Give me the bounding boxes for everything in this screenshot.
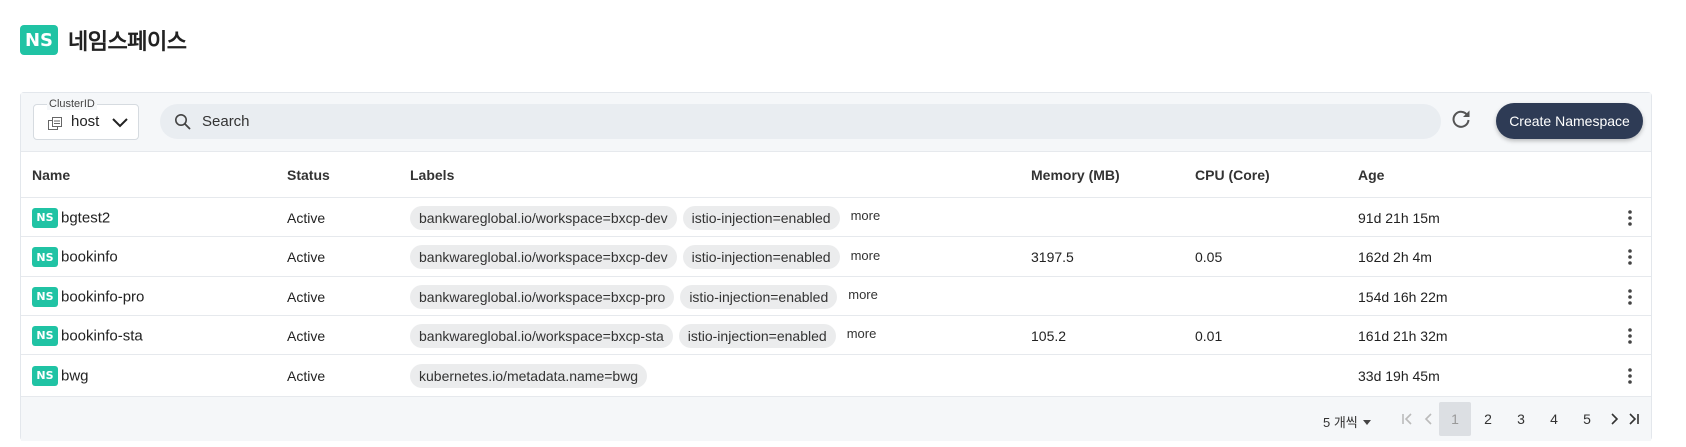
column-header-status[interactable]: Status <box>287 167 330 183</box>
last-page-icon <box>1629 413 1639 425</box>
label-chip: bankwareglobal.io/workspace=bxcp-pro <box>410 284 675 309</box>
page-header: NS 네임스페이스 <box>20 25 187 55</box>
cluster-label: ClusterID <box>47 98 97 110</box>
memory-value: 3197.5 <box>1031 249 1074 265</box>
label-chip: istio-injection=enabled <box>682 245 840 269</box>
row-menu-icon[interactable] <box>1627 367 1633 385</box>
age-value: 154d 16h 22m <box>1358 288 1448 305</box>
chevron-right-icon <box>1611 413 1619 425</box>
more-labels-link[interactable]: more <box>847 326 877 341</box>
cluster-icon <box>48 117 62 130</box>
labels-cell: bankwareglobal.io/workspace=bxcp-dev ist… <box>410 205 881 230</box>
labels-cell: bankwareglobal.io/workspace=bxcp-sta ist… <box>410 323 877 348</box>
column-header-name[interactable]: Name <box>32 167 70 183</box>
labels-cell: bankwareglobal.io/workspace=bxcp-dev ist… <box>410 245 880 269</box>
label-chip: bankwareglobal.io/workspace=bxcp-dev <box>410 205 677 230</box>
page-button-4[interactable]: 4 <box>1538 402 1570 436</box>
page-title: 네임스페이스 <box>68 30 187 55</box>
labels-cell: kubernetes.io/metadata.name=bwg <box>410 363 648 388</box>
page-button-3[interactable]: 3 <box>1505 402 1537 436</box>
page-size-select[interactable]: 5 개씩 <box>1323 412 1372 431</box>
namespace-logo: NS <box>20 25 58 55</box>
namespace-name[interactable]: bookinfo-sta <box>61 327 143 344</box>
chevron-down-icon <box>112 118 128 128</box>
caret-down-icon <box>1362 419 1371 425</box>
search-bar <box>160 104 1441 139</box>
search-icon <box>175 114 191 130</box>
search-input[interactable] <box>202 104 1422 139</box>
namespace-badge: NS <box>32 286 58 307</box>
label-chip: bankwareglobal.io/workspace=bxcp-dev <box>410 245 677 269</box>
column-header-age[interactable]: Age <box>1358 167 1384 183</box>
refresh-icon[interactable] <box>1450 108 1472 130</box>
table-row[interactable]: NS bookinfo-sta Active bankwareglobal.io… <box>21 316 1651 355</box>
column-header-labels: Labels <box>410 167 455 183</box>
more-labels-link[interactable]: more <box>848 287 878 302</box>
label-chip: istio-injection=enabled <box>678 323 836 348</box>
status-text: Active <box>287 209 326 226</box>
row-menu-icon[interactable] <box>1627 248 1633 266</box>
row-menu-icon[interactable] <box>1627 209 1633 227</box>
age-value: 33d 19h 45m <box>1358 367 1440 384</box>
page-size-label: 5 개씩 <box>1323 415 1358 430</box>
table-row[interactable]: NS bookinfo Active bankwareglobal.io/wor… <box>21 237 1651 277</box>
label-chip: istio-injection=enabled <box>680 284 838 309</box>
namespace-badge: NS <box>32 325 58 346</box>
chevron-left-icon <box>1424 413 1432 425</box>
status-text: Active <box>287 288 326 305</box>
more-labels-link[interactable]: more <box>851 248 881 263</box>
page-button-1[interactable]: 1 <box>1439 402 1471 436</box>
namespace-panel: ClusterID host Create Namespace <box>20 92 1652 441</box>
page-button-2[interactable]: 2 <box>1472 402 1504 436</box>
namespace-badge: NS <box>32 365 58 386</box>
label-chip: bankwareglobal.io/workspace=bxcp-sta <box>410 323 673 348</box>
more-labels-link[interactable]: more <box>851 208 881 223</box>
last-page-button[interactable] <box>1625 402 1643 436</box>
status-text: Active <box>287 327 326 344</box>
column-header-cpu[interactable]: CPU (Core) <box>1195 167 1270 183</box>
age-value: 91d 21h 15m <box>1358 209 1440 226</box>
create-namespace-button[interactable]: Create Namespace <box>1496 103 1643 139</box>
namespace-name[interactable]: bookinfo-pro <box>61 288 144 305</box>
table-row[interactable]: NS bookinfo-pro Active bankwareglobal.io… <box>21 277 1651 316</box>
namespace-badge: NS <box>32 207 58 228</box>
status-text: Active <box>287 367 326 384</box>
table-row[interactable]: NS bwg Active kubernetes.io/metadata.nam… <box>21 355 1651 396</box>
next-page-button[interactable] <box>1605 402 1623 436</box>
first-page-button[interactable] <box>1398 402 1416 436</box>
age-value: 161d 21h 32m <box>1358 327 1448 344</box>
cluster-select[interactable]: ClusterID host <box>33 98 139 140</box>
cluster-value: host <box>71 113 100 130</box>
prev-page-button[interactable] <box>1420 402 1438 436</box>
row-menu-icon[interactable] <box>1627 327 1633 345</box>
table-row[interactable]: NS bgtest2 Active bankwareglobal.io/work… <box>21 198 1651 237</box>
cpu-value: 0.01 <box>1195 327 1223 344</box>
column-header-memory[interactable]: Memory (MB) <box>1031 167 1120 183</box>
status-text: Active <box>287 249 326 265</box>
namespace-name[interactable]: bwg <box>61 367 89 384</box>
namespace-name[interactable]: bgtest2 <box>61 209 110 226</box>
age-value: 162d 2h 4m <box>1358 249 1432 265</box>
first-page-icon <box>1402 413 1412 425</box>
row-menu-icon[interactable] <box>1627 288 1633 306</box>
table-footer: 5 개씩 1 2 3 4 5 <box>21 396 1651 441</box>
namespace-badge: NS <box>32 247 58 267</box>
namespace-name[interactable]: bookinfo <box>61 249 118 266</box>
memory-value: 105.2 <box>1031 327 1067 344</box>
cpu-value: 0.05 <box>1195 249 1223 265</box>
page-button-5[interactable]: 5 <box>1571 402 1603 436</box>
label-chip: istio-injection=enabled <box>682 205 840 230</box>
labels-cell: bankwareglobal.io/workspace=bxcp-pro ist… <box>410 284 878 309</box>
toolbar: ClusterID host Create Namespace <box>21 93 1651 152</box>
label-chip: kubernetes.io/metadata.name=bwg <box>410 363 648 388</box>
